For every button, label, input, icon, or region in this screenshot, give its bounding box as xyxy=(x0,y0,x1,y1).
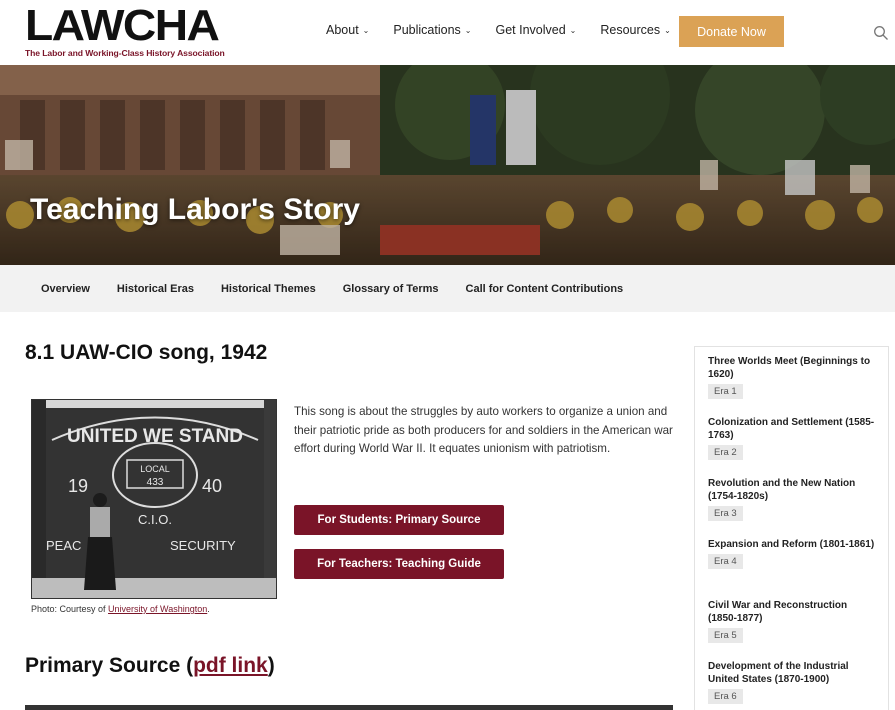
hero-title: Teaching Labor's Story xyxy=(30,193,360,226)
donate-button[interactable]: Donate Now xyxy=(679,16,784,47)
svg-text:PEAC: PEAC xyxy=(46,538,81,553)
era-title: Colonization and Settlement (1585-1763) xyxy=(708,417,875,441)
chevron-down-icon: ⌄ xyxy=(569,25,577,35)
era-badge: Era 3 xyxy=(708,506,743,521)
chevron-down-icon: ⌄ xyxy=(664,25,671,35)
union-banner-photo: UNITED WE STAND LOCAL 433 19 40 C.I.O. P… xyxy=(32,400,276,598)
section-nav: Overview Historical Eras Historical Them… xyxy=(0,265,895,312)
era-badge: Era 4 xyxy=(708,554,743,569)
svg-text:40: 40 xyxy=(202,476,222,496)
hero-photo xyxy=(0,65,895,265)
era-item-3[interactable]: Revolution and the New Nation (1754-1820… xyxy=(708,477,878,521)
primary-source-heading: Primary Source (pdf link) xyxy=(25,654,275,678)
era-title: Three Worlds Meet (Beginnings to 1620) xyxy=(708,356,871,380)
caption-prefix: Photo: Courtesy of xyxy=(31,604,109,614)
era-item-4[interactable]: Expansion and Reform (1801-1861) Era 4 xyxy=(708,538,878,569)
chevron-down-icon: ⌄ xyxy=(464,25,472,35)
nav-resources[interactable]: Resources ⌄ xyxy=(600,23,670,37)
site-header: LAWCHA The Labor and Working-Class Histo… xyxy=(0,0,895,65)
tab-overview[interactable]: Overview xyxy=(41,283,90,295)
era-item-2[interactable]: Colonization and Settlement (1585-1763) … xyxy=(708,416,878,460)
caption-source-link[interactable]: University of Washington xyxy=(108,604,207,614)
site-logo[interactable]: LAWCHA The Labor and Working-Class Histo… xyxy=(25,4,225,59)
logo-text: LAWCHA xyxy=(25,1,220,50)
era-title: Civil War and Reconstruction (1850-1877) xyxy=(708,600,848,624)
document-viewer-top xyxy=(25,705,673,710)
nav-about[interactable]: About ⌄ xyxy=(326,23,369,37)
nav-label: Resources xyxy=(600,23,661,37)
era-item-5[interactable]: Civil War and Reconstruction (1850-1877)… xyxy=(708,599,878,643)
era-badge: Era 1 xyxy=(708,384,743,399)
nav-get-involved[interactable]: Get Involved ⌄ xyxy=(495,23,576,37)
tab-historical-eras[interactable]: Historical Eras xyxy=(117,283,194,295)
teachers-teaching-guide-button[interactable]: For Teachers: Teaching Guide xyxy=(294,549,504,579)
nav-publications[interactable]: Publications ⌄ xyxy=(393,23,471,37)
photo-caption: Photo: Courtesy of University of Washing… xyxy=(31,604,210,614)
caption-suffix: . xyxy=(207,604,210,614)
era-item-1[interactable]: Three Worlds Meet (Beginnings to 1620) E… xyxy=(708,355,878,399)
svg-text:C.I.O.: C.I.O. xyxy=(138,512,172,527)
search-icon[interactable] xyxy=(873,25,889,41)
svg-text:433: 433 xyxy=(147,477,164,488)
nav-label: About xyxy=(326,23,359,37)
svg-text:19: 19 xyxy=(68,476,88,496)
main-nav: About ⌄ Publications ⌄ Get Involved ⌄ Resou… xyxy=(326,23,695,37)
era-title: Revolution and the New Nation (1754-1820… xyxy=(708,478,856,502)
era-badge: Era 6 xyxy=(708,689,743,704)
tab-glossary[interactable]: Glossary of Terms xyxy=(343,283,439,295)
students-primary-source-button[interactable]: For Students: Primary Source xyxy=(294,505,504,535)
svg-text:SECURITY: SECURITY xyxy=(170,538,236,553)
pdf-link[interactable]: pdf link xyxy=(193,654,268,677)
era-badge: Era 2 xyxy=(708,445,743,460)
primary-heading-prefix: Primary Source ( xyxy=(25,654,194,677)
nav-label: Publications xyxy=(393,23,461,37)
nav-label: Get Involved xyxy=(495,23,566,37)
era-title: Expansion and Reform (1801-1861) xyxy=(708,539,875,550)
hero-banner: Teaching Labor's Story xyxy=(0,65,895,265)
chevron-down-icon: ⌄ xyxy=(362,25,370,35)
era-item-6[interactable]: Development of the Industrial United Sta… xyxy=(708,660,878,704)
tab-historical-themes[interactable]: Historical Themes xyxy=(221,283,316,295)
source-description: This song is about the struggles by auto… xyxy=(294,405,673,455)
featured-photo: UNITED WE STAND LOCAL 433 19 40 C.I.O. P… xyxy=(31,399,277,599)
eras-sidebar: Three Worlds Meet (Beginnings to 1620) E… xyxy=(694,346,889,710)
era-title: Development of the Industrial United Sta… xyxy=(708,661,849,685)
tab-call-for-contributions[interactable]: Call for Content Contributions xyxy=(466,283,624,295)
era-badge: Era 5 xyxy=(708,628,743,643)
page-title: 8.1 UAW-CIO song, 1942 xyxy=(25,341,268,364)
primary-heading-suffix: ) xyxy=(267,654,275,677)
svg-text:LOCAL: LOCAL xyxy=(140,464,170,474)
